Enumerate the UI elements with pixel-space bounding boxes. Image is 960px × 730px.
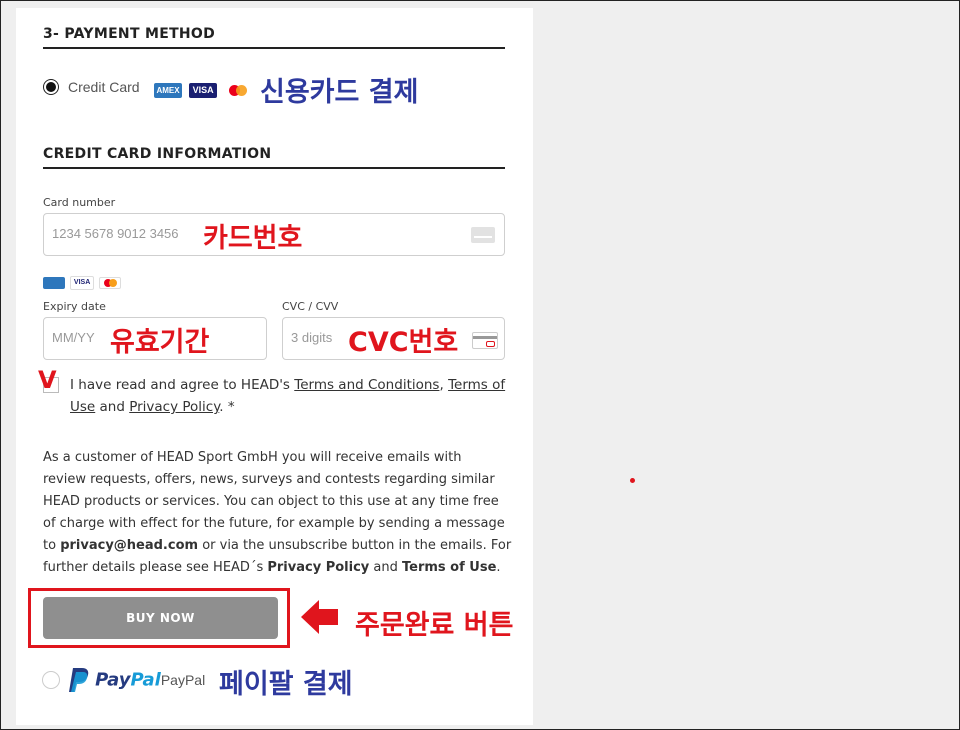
accepted-cards-row: VISA: [43, 272, 122, 291]
card-info-rule: [43, 167, 505, 169]
arrow-left-icon: [301, 600, 338, 634]
card-number-label: Card number: [43, 196, 116, 209]
expiry-placeholder: MM/YY: [52, 330, 95, 345]
payment-method-rule: [43, 47, 505, 49]
card-number-placeholder: 1234 5678 9012 3456: [52, 226, 179, 241]
card-info-title: CREDIT CARD INFORMATION: [43, 146, 272, 162]
privacy-email: privacy@head.com: [60, 538, 199, 553]
notice-line: further details please see HEAD´s Privac…: [43, 557, 513, 579]
privacy-policy-link[interactable]: Privacy Policy: [129, 399, 219, 415]
notice-text: to: [43, 538, 61, 553]
notice-line: review requests, offers, news, surveys a…: [43, 472, 495, 487]
paypal-radio[interactable]: [42, 671, 60, 689]
red-dot-marker: [630, 478, 635, 483]
annotation-buy-button: 주문완료 버튼: [355, 610, 514, 641]
visa-small-icon: VISA: [70, 275, 95, 290]
notice-line: of charge with effect for the future, fo…: [43, 516, 505, 531]
card-brand-logos: AMEX VISA: [154, 80, 250, 99]
annotation-expiry: 유효기간: [110, 327, 210, 358]
visa-icon: VISA: [189, 83, 218, 98]
terms-conditions-link[interactable]: Terms and Conditions: [294, 377, 439, 393]
notice-line: As a customer of HEAD Sport GmbH you wil…: [43, 450, 462, 465]
notice-text: .: [496, 560, 501, 575]
agreement-and: and: [95, 399, 130, 415]
paypal-logo-pay: Pay: [95, 669, 131, 691]
credit-card-radio[interactable]: [43, 79, 59, 95]
annotation-cvc: CVC번호: [348, 327, 459, 358]
notice-line: to privacy@head.com or via the unsubscri…: [43, 535, 513, 557]
amex-icon: AMEX: [154, 83, 182, 98]
annotation-credit-card: 신용카드 결제: [260, 77, 419, 108]
mastercard-icon: [228, 83, 250, 98]
buy-now-button[interactable]: BUY NOW: [43, 597, 278, 639]
notice-text: and: [369, 560, 402, 575]
paypal-icon: [69, 668, 89, 692]
cvc-card-icon: [472, 332, 498, 349]
notice-text: or via the unsubscribe button in the ema…: [198, 538, 512, 553]
notice-line: HEAD products or services. You can objec…: [43, 494, 499, 509]
email-notice: As a customer of HEAD Sport GmbH you wil…: [43, 447, 513, 579]
notice-terms-of-use: Terms of Use: [402, 560, 497, 575]
card-icon: [471, 227, 495, 243]
notice-privacy-policy: Privacy Policy: [267, 560, 370, 575]
credit-card-label: Credit Card: [68, 79, 140, 95]
agreement-prefix: I have read and agree to HEAD's: [70, 377, 295, 393]
paypal-logo-pal: Pal: [130, 669, 161, 691]
cvc-placeholder: 3 digits: [291, 330, 333, 345]
notice-text: further details please see HEAD´s: [43, 560, 268, 575]
amex-small-icon: [43, 276, 65, 289]
checkmark-annotation: V: [38, 366, 57, 394]
agreement-text: I have read and agree to HEAD's Terms an…: [70, 374, 510, 418]
annotation-card-number: 카드번호: [203, 223, 303, 254]
annotation-paypal: 페이팔 결제: [219, 669, 353, 700]
payment-method-title: 3- PAYMENT METHOD: [43, 26, 216, 42]
radio-dot: [46, 82, 56, 92]
paypal-label: PayPal: [160, 672, 206, 688]
expiry-label: Expiry date: [43, 300, 106, 313]
mastercard-small-icon: [99, 276, 122, 289]
agreement-comma: ,: [439, 377, 449, 393]
paypal-logo: PayPalPayPal: [68, 667, 205, 693]
agreement-suffix: . *: [219, 399, 235, 415]
cvc-label: CVC / CVV: [282, 300, 339, 313]
